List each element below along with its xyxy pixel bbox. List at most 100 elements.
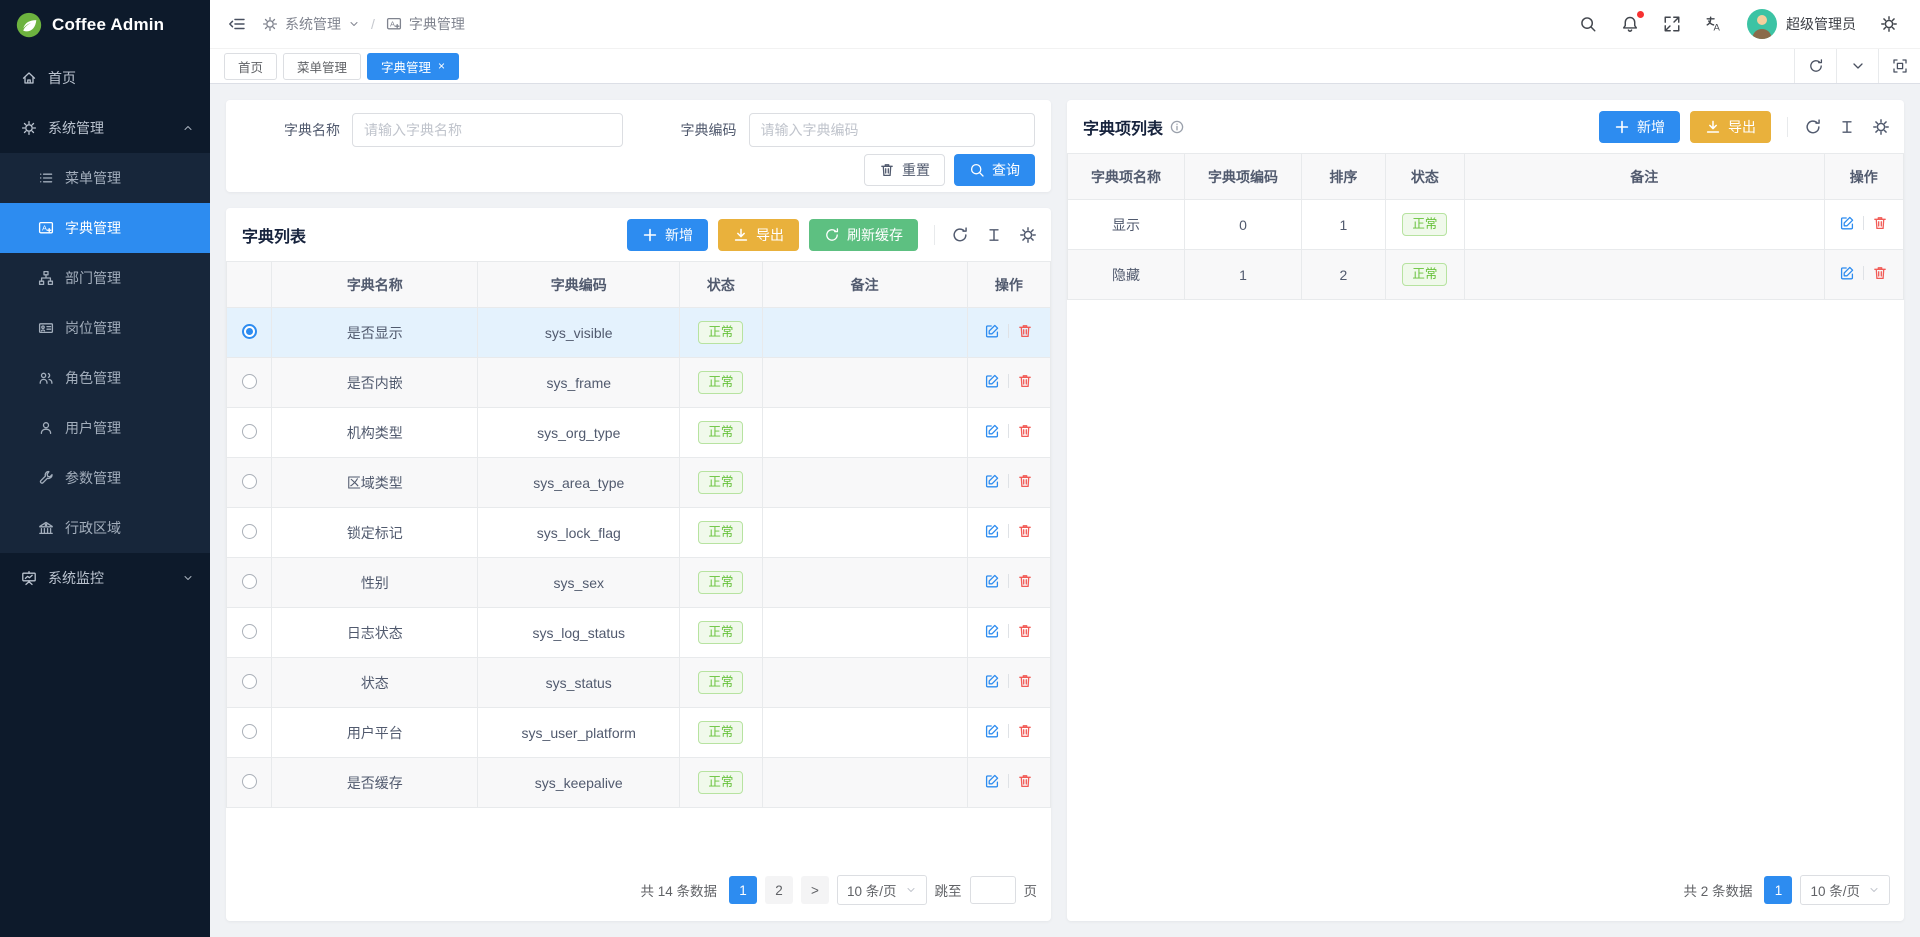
edit-icon[interactable] [984, 523, 1000, 539]
table-row[interactable]: 锁定标记sys_lock_flag正常 [227, 508, 1051, 558]
reset-button[interactable]: 重置 [864, 154, 945, 186]
delete-icon[interactable] [1017, 773, 1033, 789]
tab-菜单管理[interactable]: 菜单管理 [283, 53, 361, 80]
sidebar-item-role[interactable]: 角色管理 [0, 353, 210, 403]
search-button[interactable] [1579, 15, 1597, 33]
user-menu[interactable]: 超级管理员 [1747, 9, 1856, 39]
sidebar-item-post[interactable]: 岗位管理 [0, 303, 210, 353]
sidebar-item-dict[interactable]: 字典管理 [0, 203, 210, 253]
add-dict-button[interactable]: 新增 [627, 219, 708, 251]
query-button[interactable]: 查询 [954, 154, 1035, 186]
row-radio[interactable] [242, 774, 257, 789]
table-row[interactable]: 状态sys_status正常 [227, 658, 1051, 708]
language-button[interactable] [1705, 15, 1723, 33]
page-jump-input[interactable] [970, 876, 1016, 904]
tab-首页[interactable]: 首页 [224, 53, 277, 80]
table-row[interactable]: 是否缓存sys_keepalive正常 [227, 758, 1051, 808]
info-icon[interactable] [1169, 119, 1185, 135]
sidebar-item-monitor[interactable]: 系统监控 [0, 553, 210, 603]
row-radio[interactable] [242, 724, 257, 739]
page-button-1[interactable]: 1 [1764, 876, 1792, 904]
sidebar-item-user[interactable]: 用户管理 [0, 403, 210, 453]
edit-icon[interactable] [1839, 265, 1855, 281]
page-button-2[interactable]: 2 [765, 876, 793, 904]
sidebar-item-region[interactable]: 行政区域 [0, 503, 210, 553]
next-page-button[interactable]: > [801, 876, 829, 904]
delete-icon[interactable] [1017, 673, 1033, 689]
table-row[interactable]: 显示01正常 [1068, 200, 1904, 250]
tab-字典管理[interactable]: 字典管理 × [367, 53, 459, 80]
delete-icon[interactable] [1872, 215, 1888, 231]
export-dict-button[interactable]: 导出 [718, 219, 799, 251]
sidebar-item-home[interactable]: 首页 [0, 53, 210, 103]
app-logo[interactable]: Coffee Admin [0, 0, 210, 49]
refresh-table-button[interactable] [951, 226, 969, 244]
edit-icon[interactable] [984, 723, 1000, 739]
table-row[interactable]: 性别sys_sex正常 [227, 558, 1051, 608]
tab-options-button[interactable] [1836, 49, 1878, 83]
row-radio[interactable] [242, 674, 257, 689]
table-row[interactable]: 区域类型sys_area_type正常 [227, 458, 1051, 508]
edit-icon[interactable] [984, 673, 1000, 689]
edit-icon[interactable] [1839, 215, 1855, 231]
delete-icon[interactable] [1017, 523, 1033, 539]
row-radio[interactable] [242, 524, 257, 539]
delete-icon[interactable] [1017, 373, 1033, 389]
page-size-select[interactable]: 10 条/页 [837, 875, 927, 905]
refresh-table-button[interactable] [1804, 118, 1822, 136]
row-height-button[interactable] [985, 226, 1003, 244]
edit-icon[interactable] [984, 473, 1000, 489]
delete-icon[interactable] [1017, 473, 1033, 489]
sidebar-collapse-button[interactable] [228, 15, 246, 33]
notifications-button[interactable] [1621, 15, 1639, 33]
delete-icon[interactable] [1017, 323, 1033, 339]
table-row[interactable]: 隐藏12正常 [1068, 250, 1904, 300]
close-icon[interactable]: × [438, 60, 445, 72]
sidebar-item-dept[interactable]: 部门管理 [0, 253, 210, 303]
jump-label: 跳至 [935, 880, 962, 900]
sidebar-item-param[interactable]: 参数管理 [0, 453, 210, 503]
delete-icon[interactable] [1017, 423, 1033, 439]
edit-icon[interactable] [984, 573, 1000, 589]
settings-button[interactable] [1880, 15, 1898, 33]
table-row[interactable]: 机构类型sys_org_type正常 [227, 408, 1051, 458]
row-radio[interactable] [242, 624, 257, 639]
breadcrumb-item-system[interactable]: 系统管理 [285, 14, 341, 34]
table-row[interactable]: 用户平台sys_user_platform正常 [227, 708, 1051, 758]
refresh-page-button[interactable] [1794, 49, 1836, 83]
row-radio[interactable] [242, 424, 257, 439]
row-height-button[interactable] [1838, 118, 1856, 136]
row-radio[interactable] [242, 574, 257, 589]
page-size-select[interactable]: 10 条/页 [1800, 875, 1890, 905]
table-row[interactable]: 是否显示sys_visible正常 [227, 308, 1051, 358]
table-row[interactable]: 是否内嵌sys_frame正常 [227, 358, 1051, 408]
column-settings-button[interactable] [1019, 226, 1037, 244]
radio-cell [227, 658, 272, 708]
delete-icon[interactable] [1017, 623, 1033, 639]
edit-icon[interactable] [984, 373, 1000, 389]
row-radio[interactable] [242, 374, 257, 389]
add-dict-item-button[interactable]: 新增 [1599, 111, 1680, 143]
delete-icon[interactable] [1017, 573, 1033, 589]
refresh-cache-button[interactable]: 刷新缓存 [809, 219, 918, 251]
delete-icon[interactable] [1017, 723, 1033, 739]
edit-icon[interactable] [984, 323, 1000, 339]
table-row[interactable]: 日志状态sys_log_status正常 [227, 608, 1051, 658]
chevron-down-icon [1850, 58, 1866, 74]
dict-name-input[interactable] [352, 113, 623, 147]
edit-icon[interactable] [984, 623, 1000, 639]
page-button-1[interactable]: 1 [729, 876, 757, 904]
export-dict-item-button[interactable]: 导出 [1690, 111, 1771, 143]
row-radio[interactable] [242, 474, 257, 489]
chevron-down-icon[interactable] [348, 18, 360, 30]
row-radio[interactable] [242, 324, 257, 339]
delete-icon[interactable] [1872, 265, 1888, 281]
sidebar-item-menu[interactable]: 菜单管理 [0, 153, 210, 203]
content-fullscreen-button[interactable] [1878, 49, 1920, 83]
edit-icon[interactable] [984, 773, 1000, 789]
fullscreen-button[interactable] [1663, 15, 1681, 33]
dict-code-input[interactable] [749, 113, 1036, 147]
edit-icon[interactable] [984, 423, 1000, 439]
column-settings-button[interactable] [1872, 118, 1890, 136]
sidebar-item-system[interactable]: 系统管理 [0, 103, 210, 153]
